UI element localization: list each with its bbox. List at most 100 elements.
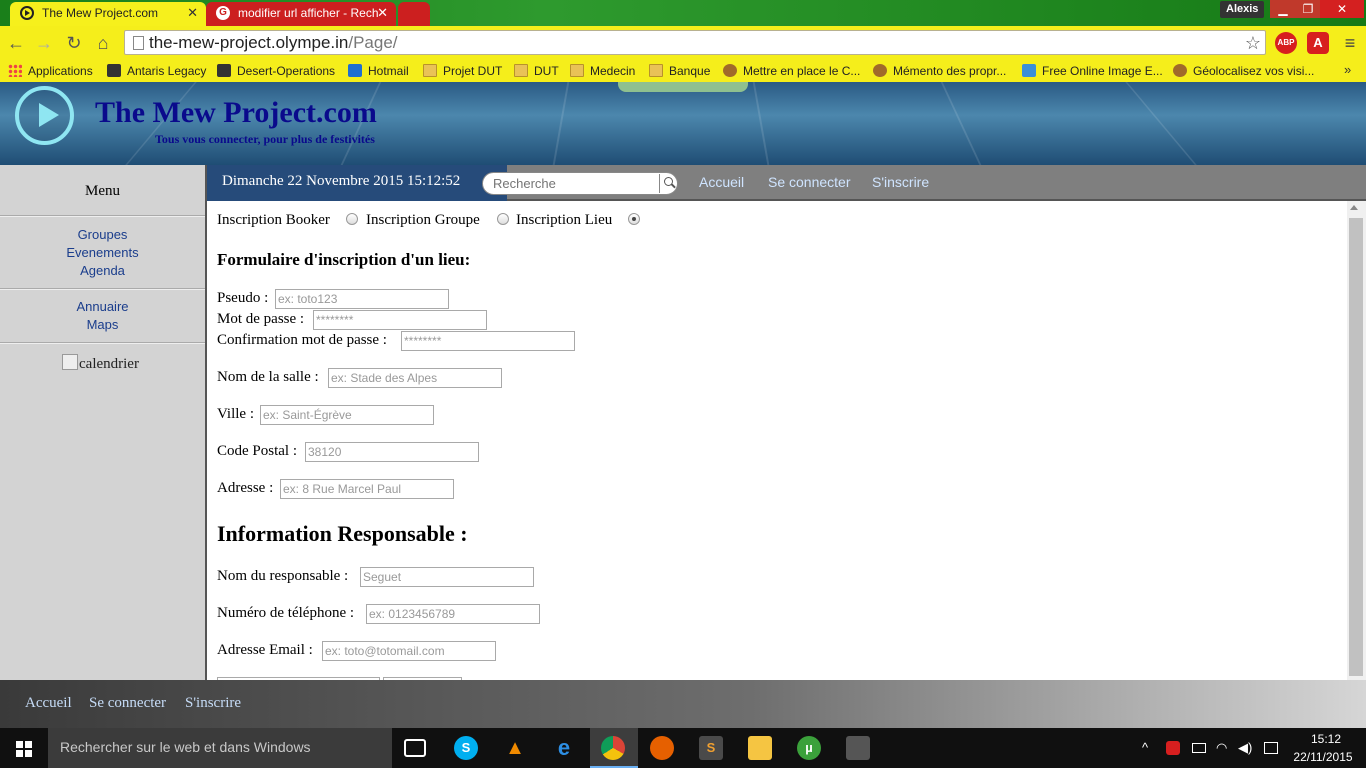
footer-sinscrire[interactable]: S'inscrire: [185, 695, 241, 712]
address-bar[interactable]: the-mew-project.olympe.in/Page/ ☆: [124, 30, 1266, 55]
page-icon: [133, 36, 144, 50]
pseudo-field[interactable]: ex: toto123: [275, 289, 449, 309]
confirm-password-field[interactable]: ********: [401, 331, 575, 351]
new-tab-button[interactable]: [398, 2, 430, 26]
file-explorer-icon[interactable]: [748, 736, 772, 760]
sidebar-item-annuaire[interactable]: Annuaire: [0, 298, 205, 316]
utorrent-icon[interactable]: µ: [797, 736, 821, 760]
firefox-icon[interactable]: [650, 736, 674, 760]
edge-icon[interactable]: e: [552, 736, 576, 760]
folder-icon: [423, 64, 437, 77]
clock-time[interactable]: 15:12: [1306, 732, 1346, 746]
sublime-text-icon[interactable]: S: [699, 736, 723, 760]
nav-se-connecter[interactable]: Se connecter: [768, 174, 851, 190]
bookmark-label: Mémento des propr...: [893, 64, 1007, 78]
bookmark-medecin[interactable]: Medecin: [570, 62, 635, 80]
forward-icon[interactable]: →: [34, 33, 54, 53]
bookmark-star-icon[interactable]: ☆: [1245, 32, 1261, 54]
windows-logo-part: [25, 750, 32, 757]
adresse-field[interactable]: ex: 8 Rue Marcel Paul: [280, 479, 454, 499]
maximize-button[interactable]: ❐: [1296, 0, 1320, 18]
footer-se-connecter[interactable]: Se connecter: [89, 695, 166, 712]
url-path: /Page/: [348, 33, 398, 52]
bookmarks-more-icon[interactable]: »: [1344, 62, 1351, 77]
close-tab-icon[interactable]: ✕: [187, 2, 198, 24]
nav-sinscrire[interactable]: S'inscrire: [872, 174, 929, 190]
bookmark-free-online-image[interactable]: Free Online Image E...: [1022, 62, 1163, 80]
volume-icon[interactable]: ◀): [1238, 740, 1252, 756]
avira-icon[interactable]: A: [1307, 32, 1329, 54]
bookmark-label: Free Online Image E...: [1042, 64, 1163, 78]
task-view-icon[interactable]: [404, 739, 426, 757]
radio-inscription-lieu[interactable]: [628, 213, 640, 225]
search-icon[interactable]: [659, 174, 677, 193]
radio-inscription-groupe[interactable]: [497, 213, 509, 225]
taskbar-search[interactable]: Rechercher sur le web et dans Windows: [48, 728, 392, 768]
wifi-icon[interactable]: ◠: [1216, 740, 1227, 756]
browser-menu-icon[interactable]: ≡: [1340, 33, 1360, 53]
telephone-label: Numéro de téléphone :: [217, 605, 355, 621]
nav-accueil[interactable]: Accueil: [699, 174, 744, 190]
responsable-field[interactable]: Seguet: [360, 567, 534, 587]
sidebar-item-groupes[interactable]: Groupes: [0, 226, 205, 244]
minimize-button[interactable]: ▁: [1270, 0, 1296, 18]
radio-inscription-booker[interactable]: [346, 213, 358, 225]
windows-logo-part: [16, 750, 23, 757]
bookmark-antaris[interactable]: Antaris Legacy: [107, 62, 206, 80]
skype-icon[interactable]: S: [454, 736, 478, 760]
close-window-button[interactable]: ✕: [1320, 0, 1364, 18]
sidebar-item-maps[interactable]: Maps: [0, 316, 205, 334]
bookmark-label: Antaris Legacy: [127, 64, 207, 78]
reload-icon[interactable]: ↻: [64, 33, 84, 53]
code-postal-field[interactable]: 38120: [305, 442, 479, 462]
play-logo-icon[interactable]: [15, 86, 74, 145]
folder-icon: [570, 64, 584, 77]
notifications-icon[interactable]: [1264, 742, 1278, 754]
site-icon: [873, 64, 887, 77]
battery-icon[interactable]: [1192, 743, 1206, 753]
sidebar-item-agenda[interactable]: Agenda: [0, 262, 205, 280]
avira-tray-icon[interactable]: [1166, 741, 1180, 755]
close-tab-icon[interactable]: ✕: [377, 2, 388, 24]
current-datetime: Dimanche 22 Novembre 2015 15:12:52: [222, 173, 461, 189]
telephone-field[interactable]: ex: 0123456789: [366, 604, 540, 624]
scroll-up-arrow-icon[interactable]: [1350, 205, 1358, 210]
footer-accueil[interactable]: Accueil: [25, 695, 72, 712]
bookmark-desert-operations[interactable]: Desert-Operations: [217, 62, 335, 80]
browser-toolbar: ← → ↻ ⌂ the-mew-project.olympe.in/Page/ …: [0, 26, 1366, 60]
bookmark-projet-dut[interactable]: Projet DUT: [423, 62, 502, 80]
network-app-icon[interactable]: [846, 736, 870, 760]
home-icon[interactable]: ⌂: [93, 33, 113, 53]
back-icon[interactable]: ←: [6, 33, 26, 53]
confirm-password-label: Confirmation mot de passe :: [217, 332, 387, 348]
tab-mew-project[interactable]: The Mew Project.com ✕: [10, 2, 206, 26]
search-input[interactable]: [493, 175, 653, 192]
chrome-icon[interactable]: [601, 736, 625, 760]
folder-icon: [649, 64, 663, 77]
ville-field[interactable]: ex: Saint-Égrève: [260, 405, 434, 425]
windows-start-icon[interactable]: [0, 728, 48, 768]
vlc-icon[interactable]: ▲: [503, 736, 527, 760]
tab-search[interactable]: G modifier url afficher - Rech ✕: [206, 2, 396, 26]
password-field[interactable]: ********: [313, 310, 487, 330]
bookmark-banque[interactable]: Banque: [649, 62, 710, 80]
clock-date[interactable]: 22/11/2015: [1290, 750, 1356, 764]
bookmark-applications[interactable]: Applications: [8, 62, 93, 80]
bookmark-mettre-en-place[interactable]: Mettre en place le C...: [723, 62, 860, 80]
sidebar: Menu Groupes Evenements Agenda Annuaire …: [0, 165, 205, 680]
bookmark-memento[interactable]: Mémento des propr...: [873, 62, 1006, 80]
salle-label: Nom de la salle :: [217, 369, 319, 385]
scrollbar-thumb[interactable]: [1349, 218, 1363, 676]
show-hidden-icons-icon[interactable]: ^: [1142, 740, 1148, 756]
profile-button[interactable]: Alexis: [1220, 1, 1265, 18]
adblock-icon[interactable]: ABP: [1275, 32, 1297, 54]
bookmark-dut[interactable]: DUT: [514, 62, 559, 80]
email-field[interactable]: ex: toto@totomail.com: [322, 641, 496, 661]
sidebar-item-evenements[interactable]: Evenements: [0, 244, 205, 262]
calendar-image: calendrier: [62, 354, 139, 373]
site-title[interactable]: The Mew Project.com: [95, 96, 377, 130]
salle-field[interactable]: ex: Stade des Alpes: [328, 368, 502, 388]
bookmark-geolocalisez[interactable]: Géolocalisez vos visi...: [1173, 62, 1314, 80]
site-icon: [1173, 64, 1187, 77]
bookmark-hotmail[interactable]: Hotmail: [348, 62, 409, 80]
